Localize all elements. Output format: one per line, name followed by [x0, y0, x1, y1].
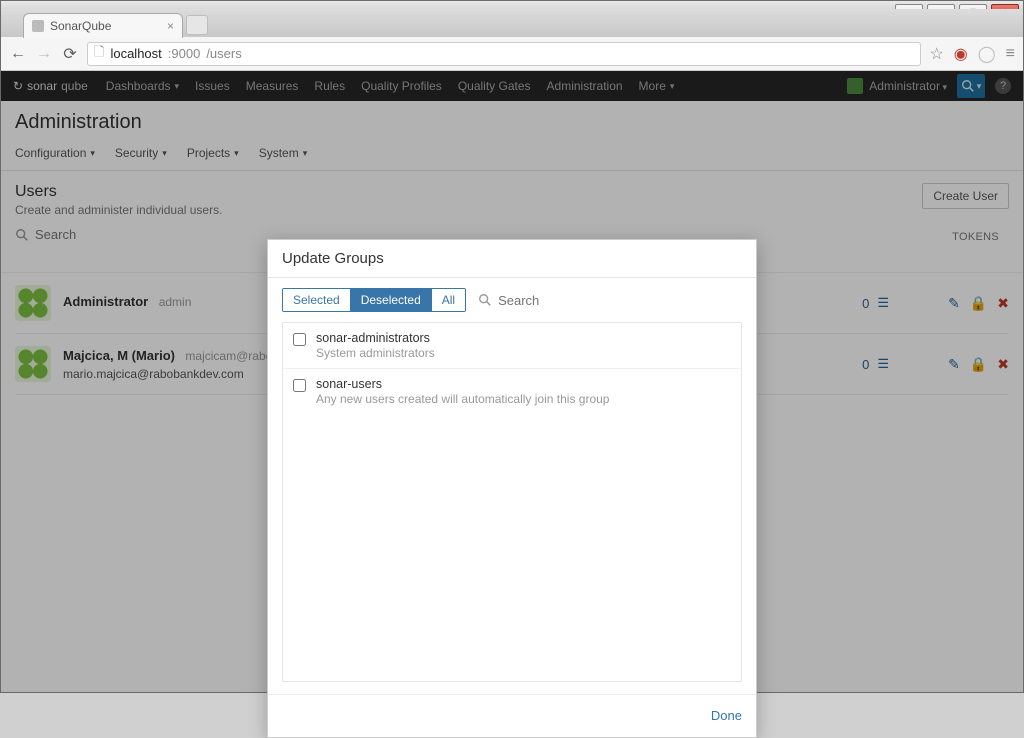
reload-button[interactable]: ⟳ [61, 44, 79, 64]
new-tab-button[interactable] [186, 15, 208, 35]
list-item: sonar-users Any new users created will a… [283, 369, 741, 414]
bookmark-icon[interactable]: ☆ [929, 44, 943, 64]
filter-segmented-control: Selected Deselected All [282, 288, 466, 312]
tab-deselected[interactable]: Deselected [350, 289, 431, 311]
group-checkbox[interactable] [293, 379, 306, 392]
profile-icon[interactable]: ◯ [978, 44, 996, 64]
browser-tab[interactable]: SonarQube × [23, 13, 183, 38]
tab-all[interactable]: All [431, 289, 465, 311]
browser-tab-title: SonarQube [50, 19, 111, 33]
menu-icon[interactable]: ≡ [1006, 45, 1015, 63]
done-link[interactable]: Done [711, 708, 742, 723]
close-tab-icon[interactable]: × [167, 19, 174, 33]
group-name: sonar-users [316, 377, 609, 391]
favicon-icon [32, 20, 44, 32]
browser-tab-strip: SonarQube × [1, 9, 1023, 37]
group-checkbox[interactable] [293, 333, 306, 346]
modal-search-input[interactable] [498, 293, 618, 308]
groups-list: sonar-administrators System administrato… [282, 322, 742, 682]
browser-toolbar: ← → ⟳ 🗋 localhost :9000/users ☆ ◉ ◯ ≡ [1, 37, 1023, 71]
group-description: Any new users created will automatically… [316, 392, 609, 406]
extension-icon[interactable]: ◉ [954, 44, 968, 64]
forward-button[interactable]: → [35, 45, 53, 63]
modal-title: Update Groups [268, 240, 756, 278]
address-bar[interactable]: 🗋 localhost :9000/users [87, 42, 921, 66]
search-icon [478, 293, 492, 307]
group-description: System administrators [316, 346, 435, 360]
site-info-icon[interactable]: 🗋 [94, 43, 104, 65]
tab-selected[interactable]: Selected [283, 289, 350, 311]
url-path: /users [206, 46, 241, 61]
list-item: sonar-administrators System administrato… [283, 323, 741, 369]
update-groups-modal: Update Groups Selected Deselected All so… [267, 239, 757, 738]
group-name: sonar-administrators [316, 331, 435, 345]
back-button[interactable]: ← [9, 45, 27, 63]
url-host: localhost [110, 46, 161, 61]
url-port: :9000 [168, 46, 201, 61]
